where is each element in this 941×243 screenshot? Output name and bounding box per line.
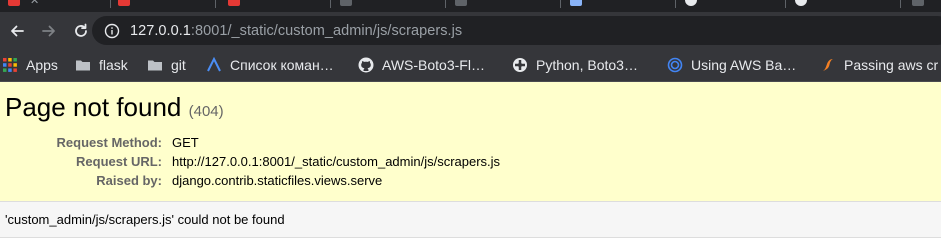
bookmark-using-aws[interactable]: Using AWS Ba…: [667, 49, 796, 81]
tab-divider: [330, 0, 331, 8]
site-info-icon[interactable]: [104, 23, 120, 39]
arrow-left-icon: [11, 25, 24, 36]
bookmark-commands-list[interactable]: Список коман…: [206, 49, 334, 81]
tab-divider: [675, 0, 676, 8]
bookmark-label: flask: [99, 57, 128, 73]
address-bar[interactable]: 127.0.0.1:8001/_static/custom_admin/js/s…: [92, 16, 941, 45]
arrow-right-icon: [42, 25, 55, 36]
browser-tab[interactable]: [570, 0, 680, 10]
page-title-text: Page not found: [5, 92, 182, 122]
site-favicon-icon: [207, 57, 221, 72]
bookmarks-bar: Apps flask git Список коман… AWS-Boto3-F…: [0, 49, 941, 82]
forward-button[interactable]: [34, 16, 64, 46]
tab-favicon-icon: [685, 0, 697, 6]
browser-tab[interactable]: [118, 0, 228, 10]
request-url-value: http://127.0.0.1:8001/_static/custom_adm…: [172, 154, 501, 169]
site-favicon-icon: [823, 59, 833, 71]
site-favicon-icon: [667, 57, 683, 73]
url-path: :8001/_static/custom_admin/js/scrapers.j…: [190, 22, 463, 39]
github-icon: [358, 57, 374, 73]
tab-favicon-icon: [8, 0, 20, 6]
browser-tab[interactable]: [795, 0, 905, 10]
bookmark-label: Python, Boto3…: [536, 57, 638, 73]
tab-favicon-icon: [340, 0, 352, 6]
close-icon[interactable]: ✕: [30, 0, 39, 7]
raised-by-label: Raised by:: [96, 173, 162, 188]
apps-grid-icon: [3, 58, 17, 72]
request-method-value: GET: [172, 135, 199, 150]
browser-tab[interactable]: [340, 0, 450, 10]
browser-tab[interactable]: ✕: [8, 0, 118, 10]
tab-strip: ✕: [0, 0, 941, 12]
bookmark-aws-boto3[interactable]: AWS-Boto3-Fl…: [358, 49, 485, 81]
bookmark-folder-flask[interactable]: flask: [75, 49, 128, 81]
bookmark-label: Using AWS Ba…: [691, 57, 797, 73]
request-method-label: Request Method:: [56, 135, 162, 150]
browser-toolbar: 127.0.0.1:8001/_static/custom_admin/js/s…: [0, 12, 941, 49]
bookmark-python-boto3[interactable]: Python, Boto3…: [512, 49, 638, 81]
browser-tab[interactable]: [685, 0, 795, 10]
bookmark-folder-git[interactable]: git: [147, 49, 186, 81]
back-button[interactable]: [2, 16, 32, 46]
error-summary: Page not found (404) Request Method: GET…: [0, 82, 941, 202]
bookmark-passing-aws[interactable]: Passing aws cr: [820, 49, 938, 81]
browser-tab[interactable]: [228, 0, 338, 10]
page-title: Page not found (404): [5, 92, 224, 123]
tab-divider: [215, 0, 216, 8]
folder-icon: [76, 60, 90, 71]
raised-by-value: django.contrib.staticfiles.views.serve: [172, 173, 383, 188]
bookmark-label: AWS-Boto3-Fl…: [382, 57, 485, 73]
error-message: 'custom_admin/js/scrapers.js' could not …: [5, 212, 285, 227]
browser-tab[interactable]: [912, 0, 941, 10]
folder-icon: [148, 60, 162, 71]
bookmark-label: git: [171, 57, 186, 73]
url-host: 127.0.0.1: [130, 22, 191, 39]
tab-favicon-icon: [118, 0, 130, 6]
bookmark-label: Apps: [26, 57, 58, 73]
bookmark-label: Список коман…: [230, 57, 334, 73]
browser-tab[interactable]: [455, 0, 565, 10]
bookmark-apps[interactable]: Apps: [2, 49, 58, 81]
site-favicon-icon: [513, 58, 527, 72]
reload-icon: [75, 23, 87, 37]
tab-divider: [560, 0, 561, 8]
tab-favicon-icon: [455, 0, 467, 6]
tab-divider: [900, 0, 901, 8]
tab-divider: [445, 0, 446, 8]
tab-divider: [110, 0, 111, 8]
tab-favicon-icon: [795, 0, 807, 6]
error-info: 'custom_admin/js/scrapers.js' could not …: [0, 202, 941, 238]
request-url-label: Request URL:: [76, 154, 162, 169]
tab-divider: [785, 0, 786, 8]
tab-favicon-icon: [228, 0, 240, 6]
bookmark-label: Passing aws cr: [844, 57, 939, 73]
url-text[interactable]: 127.0.0.1:8001/_static/custom_admin/js/s…: [130, 23, 462, 39]
tab-favicon-icon: [570, 0, 582, 6]
status-code: (404): [188, 103, 224, 120]
tab-favicon-icon: [912, 0, 924, 6]
